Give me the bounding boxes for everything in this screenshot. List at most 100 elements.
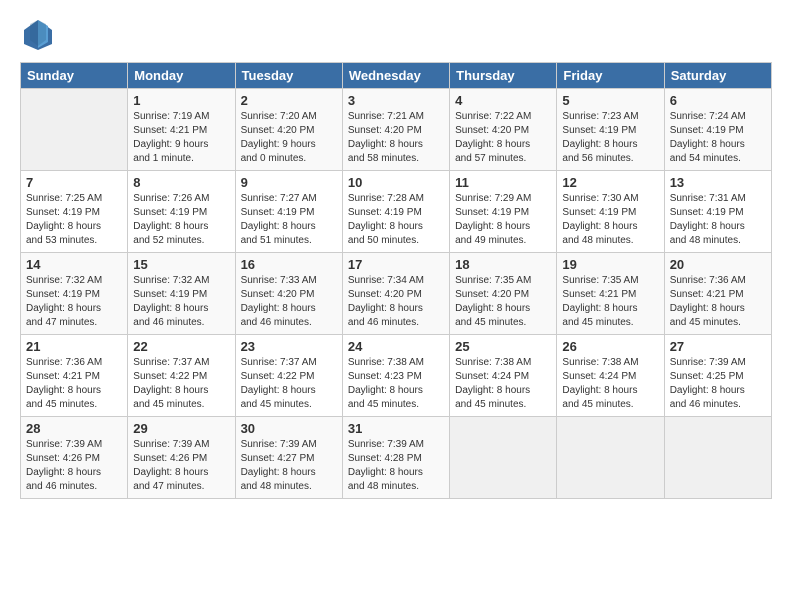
day-info: Sunrise: 7:30 AM Sunset: 4:19 PM Dayligh…	[562, 192, 658, 248]
day-info: Sunrise: 7:37 AM Sunset: 4:22 PM Dayligh…	[241, 356, 337, 412]
day-number: 27	[670, 339, 766, 354]
day-number: 4	[455, 93, 551, 108]
day-info: Sunrise: 7:27 AM Sunset: 4:19 PM Dayligh…	[241, 192, 337, 248]
calendar-cell: 29Sunrise: 7:39 AM Sunset: 4:26 PM Dayli…	[128, 417, 235, 499]
calendar-cell: 20 Sunrise: 7:36 AM Sunset: 4:21 PM Dayli…	[664, 253, 771, 335]
day-number: 3	[348, 93, 444, 108]
calendar-cell	[664, 417, 771, 499]
day-info: Sunrise: 7:29 AM Sunset: 4:19 PM Dayligh…	[455, 192, 551, 248]
calendar-cell: 19 Sunrise: 7:35 AM Sunset: 4:21 PM Dayli…	[557, 253, 664, 335]
weekday-header-wednesday: Wednesday	[342, 63, 449, 89]
day-info: Sunrise: 7:34 AM Sunset: 4:20 PM Dayligh…	[348, 274, 444, 330]
day-info: Sunrise: 7:39 AM Sunset: 4:25 PM Dayligh…	[670, 356, 766, 412]
day-number: 15	[133, 257, 229, 272]
day-number: 1	[133, 93, 229, 108]
day-number: 23	[241, 339, 337, 354]
day-info: Sunrise: 7:32 AM Sunset: 4:19 PM Dayligh…	[133, 274, 229, 330]
day-info: Sunrise: 7:35 AM Sunset: 4:20 PM Dayligh…	[455, 274, 551, 330]
day-number: 6	[670, 93, 766, 108]
day-number: 7	[26, 175, 122, 190]
day-number: 25	[455, 339, 551, 354]
day-info: Sunrise: 7:22 AM Sunset: 4:20 PM Dayligh…	[455, 110, 551, 166]
day-number: 28	[26, 421, 122, 436]
day-info: Sunrise: 7:24 AM Sunset: 4:19 PM Dayligh…	[670, 110, 766, 166]
calendar-cell: 14Sunrise: 7:32 AM Sunset: 4:19 PM Dayli…	[21, 253, 128, 335]
day-info: Sunrise: 7:31 AM Sunset: 4:19 PM Dayligh…	[670, 192, 766, 248]
week-row-3: 21 Sunrise: 7:36 AM Sunset: 4:21 PM Dayli…	[21, 335, 772, 417]
day-info: Sunrise: 7:33 AM Sunset: 4:20 PM Dayligh…	[241, 274, 337, 330]
day-number: 2	[241, 93, 337, 108]
week-row-4: 28 Sunrise: 7:39 AM Sunset: 4:26 PM Dayli…	[21, 417, 772, 499]
day-number: 18	[455, 257, 551, 272]
day-number: 8	[133, 175, 229, 190]
calendar-cell: 13 Sunrise: 7:31 AM Sunset: 4:19 PM Dayli…	[664, 171, 771, 253]
calendar-cell: 31 Sunrise: 7:39 AM Sunset: 4:28 PM Dayli…	[342, 417, 449, 499]
weekday-header-row: SundayMondayTuesdayWednesdayThursdayFrid…	[21, 63, 772, 89]
calendar-cell: 27 Sunrise: 7:39 AM Sunset: 4:25 PM Dayli…	[664, 335, 771, 417]
day-info: Sunrise: 7:19 AM Sunset: 4:21 PM Dayligh…	[133, 110, 229, 166]
day-number: 14	[26, 257, 122, 272]
calendar-cell	[557, 417, 664, 499]
calendar-cell	[450, 417, 557, 499]
calendar-cell: 6 Sunrise: 7:24 AM Sunset: 4:19 PM Daylig…	[664, 89, 771, 171]
day-info: Sunrise: 7:36 AM Sunset: 4:21 PM Dayligh…	[26, 356, 122, 412]
day-info: Sunrise: 7:35 AM Sunset: 4:21 PM Dayligh…	[562, 274, 658, 330]
calendar-cell: 28Sunrise: 7:39 AM Sunset: 4:26 PM Dayli…	[21, 417, 128, 499]
calendar-cell: 16 Sunrise: 7:33 AM Sunset: 4:20 PM Dayli…	[235, 253, 342, 335]
logo	[20, 16, 60, 52]
day-number: 5	[562, 93, 658, 108]
calendar-cell: 25 Sunrise: 7:38 AM Sunset: 4:24 PM Dayli…	[450, 335, 557, 417]
day-number: 21	[26, 339, 122, 354]
weekday-header-saturday: Saturday	[664, 63, 771, 89]
day-info: Sunrise: 7:36 AM Sunset: 4:21 PM Dayligh…	[670, 274, 766, 330]
day-number: 26	[562, 339, 658, 354]
day-number: 16	[241, 257, 337, 272]
calendar-cell: 1 Sunrise: 7:19 AM Sunset: 4:21 PM Daylig…	[128, 89, 235, 171]
day-number: 19	[562, 257, 658, 272]
day-number: 12	[562, 175, 658, 190]
day-info: Sunrise: 7:26 AM Sunset: 4:19 PM Dayligh…	[133, 192, 229, 248]
day-info: Sunrise: 7:39 AM Sunset: 4:28 PM Dayligh…	[348, 438, 444, 494]
calendar-cell: 7 Sunrise: 7:25 AM Sunset: 4:19 PM Daylig…	[21, 171, 128, 253]
header	[20, 16, 772, 52]
weekday-header-monday: Monday	[128, 63, 235, 89]
weekday-header-thursday: Thursday	[450, 63, 557, 89]
calendar-cell: 12 Sunrise: 7:30 AM Sunset: 4:19 PM Dayli…	[557, 171, 664, 253]
day-info: Sunrise: 7:25 AM Sunset: 4:19 PM Dayligh…	[26, 192, 122, 248]
day-number: 24	[348, 339, 444, 354]
calendar-cell: 24 Sunrise: 7:38 AM Sunset: 4:23 PM Dayli…	[342, 335, 449, 417]
day-info: Sunrise: 7:37 AM Sunset: 4:22 PM Dayligh…	[133, 356, 229, 412]
week-row-1: 7 Sunrise: 7:25 AM Sunset: 4:19 PM Daylig…	[21, 171, 772, 253]
day-info: Sunrise: 7:39 AM Sunset: 4:26 PM Dayligh…	[133, 438, 229, 494]
calendar-cell	[21, 89, 128, 171]
week-row-2: 14 Sunrise: 7:32 AM Sunset: 4:19 PM Dayli…	[21, 253, 772, 335]
day-number: 31	[348, 421, 444, 436]
calendar-cell: 11 Sunrise: 7:29 AM Sunset: 4:19 PM Dayli…	[450, 171, 557, 253]
day-number: 22	[133, 339, 229, 354]
day-info: Sunrise: 7:20 AM Sunset: 4:20 PM Dayligh…	[241, 110, 337, 166]
day-number: 20	[670, 257, 766, 272]
day-number: 11	[455, 175, 551, 190]
weekday-header-tuesday: Tuesday	[235, 63, 342, 89]
day-info: Sunrise: 7:38 AM Sunset: 4:24 PM Dayligh…	[455, 356, 551, 412]
day-number: 30	[241, 421, 337, 436]
weekday-header-sunday: Sunday	[21, 63, 128, 89]
day-info: Sunrise: 7:38 AM Sunset: 4:23 PM Dayligh…	[348, 356, 444, 412]
calendar-cell: 8 Sunrise: 7:26 AM Sunset: 4:19 PM Daylig…	[128, 171, 235, 253]
day-number: 17	[348, 257, 444, 272]
calendar-cell: 26Sunrise: 7:38 AM Sunset: 4:24 PM Dayli…	[557, 335, 664, 417]
calendar-cell: 21 Sunrise: 7:36 AM Sunset: 4:21 PM Dayli…	[21, 335, 128, 417]
calendar-cell: 22 Sunrise: 7:37 AM Sunset: 4:22 PM Dayli…	[128, 335, 235, 417]
calendar-cell: 17 Sunrise: 7:34 AM Sunset: 4:20 PM Dayli…	[342, 253, 449, 335]
calendar-cell: 18 Sunrise: 7:35 AM Sunset: 4:20 PM Dayli…	[450, 253, 557, 335]
calendar-cell: 23 Sunrise: 7:37 AM Sunset: 4:22 PM Dayli…	[235, 335, 342, 417]
day-info: Sunrise: 7:28 AM Sunset: 4:19 PM Dayligh…	[348, 192, 444, 248]
weekday-header-friday: Friday	[557, 63, 664, 89]
day-info: Sunrise: 7:23 AM Sunset: 4:19 PM Dayligh…	[562, 110, 658, 166]
page: SundayMondayTuesdayWednesdayThursdayFrid…	[0, 0, 792, 612]
day-number: 10	[348, 175, 444, 190]
calendar-cell: 5 Sunrise: 7:23 AM Sunset: 4:19 PM Daylig…	[557, 89, 664, 171]
day-number: 13	[670, 175, 766, 190]
week-row-0: 1 Sunrise: 7:19 AM Sunset: 4:21 PM Daylig…	[21, 89, 772, 171]
calendar-cell: 30Sunrise: 7:39 AM Sunset: 4:27 PM Dayli…	[235, 417, 342, 499]
